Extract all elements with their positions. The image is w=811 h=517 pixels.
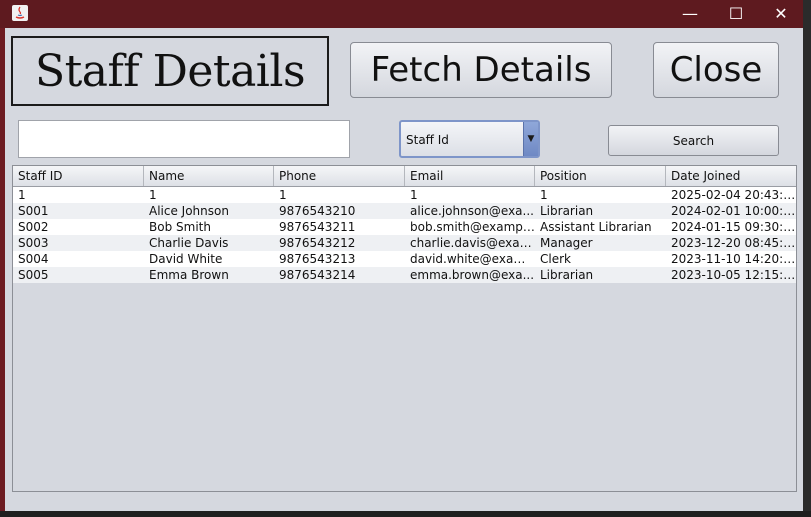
cell-staff-id: S001 bbox=[18, 204, 49, 218]
app-window: — ☐ ✕ Staff Details Fetch Details Close … bbox=[0, 0, 803, 511]
table-row[interactable]: S004 David White 9876543213 david.white@… bbox=[13, 251, 796, 267]
column-header-email[interactable]: Email bbox=[405, 166, 535, 186]
cell-phone: 9876543212 bbox=[279, 236, 356, 250]
table-row[interactable]: S001 Alice Johnson 9876543210 alice.john… bbox=[13, 203, 796, 219]
cell-phone: 9876543211 bbox=[279, 220, 356, 234]
cell-email: alice.johnson@exa... bbox=[410, 204, 534, 218]
column-header-phone[interactable]: Phone bbox=[274, 166, 405, 186]
search-button[interactable]: Search bbox=[608, 125, 779, 156]
table-header: Staff ID Name Phone Email Position Date … bbox=[13, 166, 796, 187]
table-body: 1 1 1 1 1 2025-02-04 20:43:46 S001 Alice… bbox=[13, 187, 796, 283]
table-row[interactable]: S002 Bob Smith 9876543211 bob.smith@exam… bbox=[13, 219, 796, 235]
cell-name: Charlie Davis bbox=[149, 236, 229, 250]
cell-date-joined: 2023-12-20 08:45:00 bbox=[671, 236, 796, 250]
column-header-date-joined[interactable]: Date Joined bbox=[666, 166, 796, 186]
dropdown-arrow-icon[interactable]: ▼ bbox=[523, 122, 538, 156]
cell-name: Emma Brown bbox=[149, 268, 229, 282]
cell-position: Librarian bbox=[540, 204, 594, 218]
cell-staff-id: S002 bbox=[18, 220, 49, 234]
cell-date-joined: 2024-02-01 10:00:00 bbox=[671, 204, 796, 218]
java-app-icon bbox=[12, 5, 28, 21]
cell-phone: 1 bbox=[279, 188, 287, 202]
table-row[interactable]: S003 Charlie Davis 9876543212 charlie.da… bbox=[13, 235, 796, 251]
cell-position: Librarian bbox=[540, 268, 594, 282]
staff-table: Staff ID Name Phone Email Position Date … bbox=[12, 165, 797, 492]
table-row[interactable]: S005 Emma Brown 9876543214 emma.brown@ex… bbox=[13, 267, 796, 283]
column-header-staff-id[interactable]: Staff ID bbox=[13, 166, 144, 186]
search-input[interactable] bbox=[18, 120, 350, 158]
search-field-selected: Staff Id bbox=[406, 133, 449, 147]
column-header-position[interactable]: Position bbox=[535, 166, 666, 186]
cell-position: Assistant Librarian bbox=[540, 220, 652, 234]
close-button[interactable]: Close bbox=[653, 42, 779, 98]
page-title: Staff Details bbox=[11, 36, 329, 106]
cell-name: David White bbox=[149, 252, 223, 266]
cell-staff-id: 1 bbox=[18, 188, 26, 202]
column-header-name[interactable]: Name bbox=[144, 166, 274, 186]
cell-staff-id: S004 bbox=[18, 252, 49, 266]
maximize-button[interactable]: ☐ bbox=[714, 0, 758, 28]
cell-name: 1 bbox=[149, 188, 157, 202]
cell-date-joined: 2025-02-04 20:43:46 bbox=[671, 188, 796, 202]
cell-position: 1 bbox=[540, 188, 548, 202]
cell-phone: 9876543213 bbox=[279, 252, 356, 266]
content-panel: Staff Details Fetch Details Close Staff … bbox=[5, 28, 803, 511]
cell-staff-id: S005 bbox=[18, 268, 49, 282]
cell-name: Bob Smith bbox=[149, 220, 211, 234]
cell-email: emma.brown@exa... bbox=[410, 268, 535, 282]
cell-date-joined: 2023-10-05 12:15:00 bbox=[671, 268, 796, 282]
close-window-button[interactable]: ✕ bbox=[759, 0, 803, 28]
table-row[interactable]: 1 1 1 1 1 2025-02-04 20:43:46 bbox=[13, 187, 796, 203]
cell-email: david.white@examp... bbox=[410, 252, 535, 266]
cell-phone: 9876543214 bbox=[279, 268, 356, 282]
taskbar-edge bbox=[0, 511, 811, 517]
minimize-button[interactable]: — bbox=[668, 0, 712, 28]
cell-position: Manager bbox=[540, 236, 593, 250]
cell-phone: 9876543210 bbox=[279, 204, 356, 218]
desktop-background bbox=[803, 0, 811, 517]
cell-position: Clerk bbox=[540, 252, 571, 266]
fetch-details-button[interactable]: Fetch Details bbox=[350, 42, 612, 98]
cell-email: bob.smith@exampl... bbox=[410, 220, 535, 234]
cell-email: 1 bbox=[410, 188, 418, 202]
cell-staff-id: S003 bbox=[18, 236, 49, 250]
title-bar[interactable]: — ☐ ✕ bbox=[0, 0, 803, 28]
cell-date-joined: 2024-01-15 09:30:00 bbox=[671, 220, 796, 234]
cell-date-joined: 2023-11-10 14:20:00 bbox=[671, 252, 796, 266]
cell-email: charlie.davis@exam... bbox=[410, 236, 535, 250]
cell-name: Alice Johnson bbox=[149, 204, 229, 218]
search-field-select[interactable]: Staff Id ▼ bbox=[399, 120, 540, 158]
